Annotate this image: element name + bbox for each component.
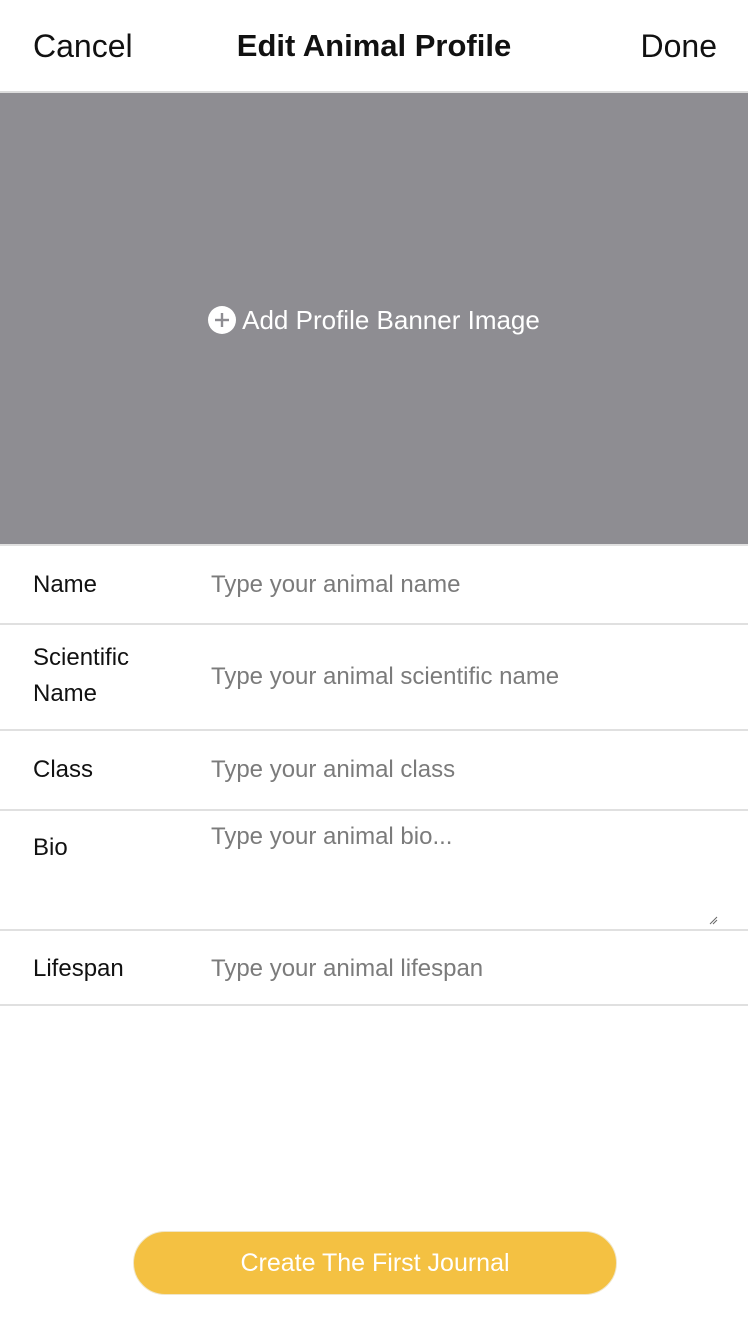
navigation-bar: Cancel Edit Animal Profile Done (0, 0, 748, 93)
scientific-name-label-line1: Scientific (33, 644, 130, 671)
scientific-name-label-line2: Name (33, 680, 98, 707)
lifespan-row: Lifespan (0, 929, 748, 1006)
profile-banner[interactable]: Add Profile Banner Image (0, 93, 748, 544)
lifespan-label: Lifespan (33, 955, 124, 982)
scientific-name-row: Scientific Name (0, 623, 748, 729)
animal-profile-form: Name Scientific Name Class Bio Lifespan (0, 544, 748, 1006)
bio-row: Bio (0, 809, 748, 929)
class-label: Class (33, 756, 94, 783)
name-label: Name (33, 571, 98, 598)
scientific-name-input[interactable] (211, 661, 728, 693)
plus-circle-icon (208, 305, 237, 334)
bio-textarea[interactable] (211, 821, 728, 911)
done-button[interactable]: Done (641, 26, 718, 66)
resize-handle-icon[interactable] (708, 915, 718, 925)
bio-label: Bio (33, 834, 68, 861)
class-input[interactable] (211, 754, 728, 786)
add-banner-image-label: Add Profile Banner Image (242, 304, 540, 335)
name-input[interactable] (211, 569, 728, 601)
name-row: Name (0, 544, 748, 623)
add-banner-image-button[interactable]: Add Profile Banner Image (208, 304, 540, 336)
create-first-journal-button[interactable]: Create The First Journal (133, 1231, 617, 1295)
class-row: Class (0, 729, 748, 809)
page-title: Edit Animal Profile (236, 28, 512, 63)
lifespan-input[interactable] (211, 953, 728, 985)
